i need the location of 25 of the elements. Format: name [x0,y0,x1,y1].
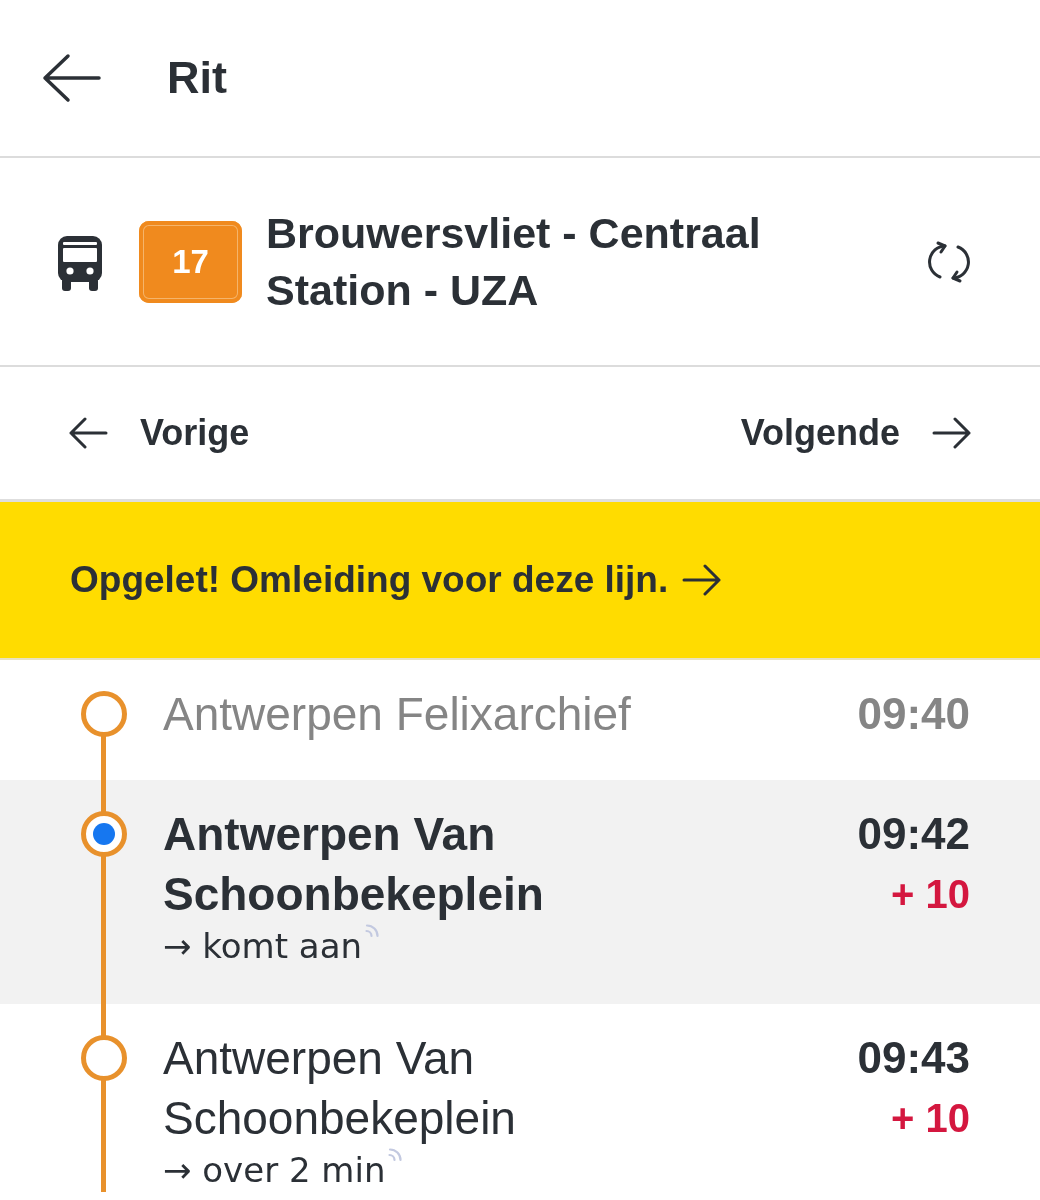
circular-arrows-icon [926,239,972,284]
back-button[interactable] [41,53,101,103]
arrow-left-icon [68,417,108,449]
stop-row[interactable]: Antwerpen Van Schoonbekeplein → komt aan 09:42 + 10 [0,780,1040,1004]
back-arrow-icon [41,53,101,103]
detour-alert-banner[interactable]: Opgelet! Omleiding voor deze lijn. [0,502,1040,660]
departure-time: 09:42 [856,808,970,860]
bus-icon [57,235,103,292]
arrow-right-icon [932,417,972,449]
line-number-badge: 17 [139,220,242,303]
arrow-right-icon [682,564,723,596]
reverse-direction-button[interactable] [926,239,972,284]
stop-name: Antwerpen Van Schoonbekeplein [163,1031,517,1146]
arrival-status-text: → komt aan [163,925,363,968]
departure-time: 09:40 [856,688,970,740]
page-title: Rit [167,51,227,105]
previous-trip-button[interactable]: Vorige [68,411,250,455]
arrival-status-text: → over 2 min [163,1149,386,1192]
route-name: Brouwersvliet - Centraal Station - UZA [266,207,762,316]
delay-text: + 10 [890,1095,970,1142]
next-trip-button[interactable]: Volgende [740,411,972,455]
departure-time: 09:43 [856,1032,970,1084]
stop-name: Antwerpen Felixarchief [163,687,632,742]
stop-name: Antwerpen Van Schoonbekeplein [163,807,545,922]
delay-text: + 10 [890,871,970,918]
